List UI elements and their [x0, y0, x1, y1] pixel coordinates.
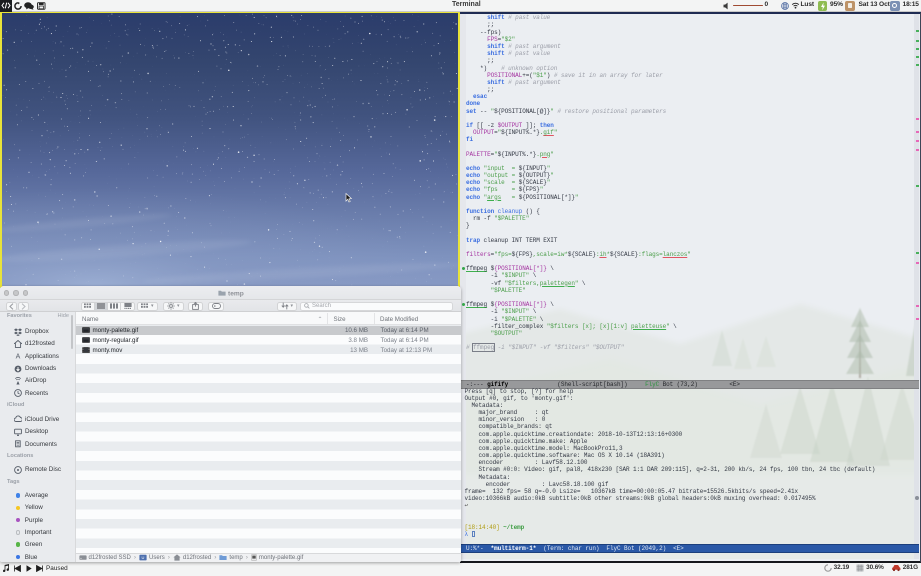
svg-text:U: U — [142, 555, 145, 560]
svg-text:A: A — [16, 354, 21, 360]
